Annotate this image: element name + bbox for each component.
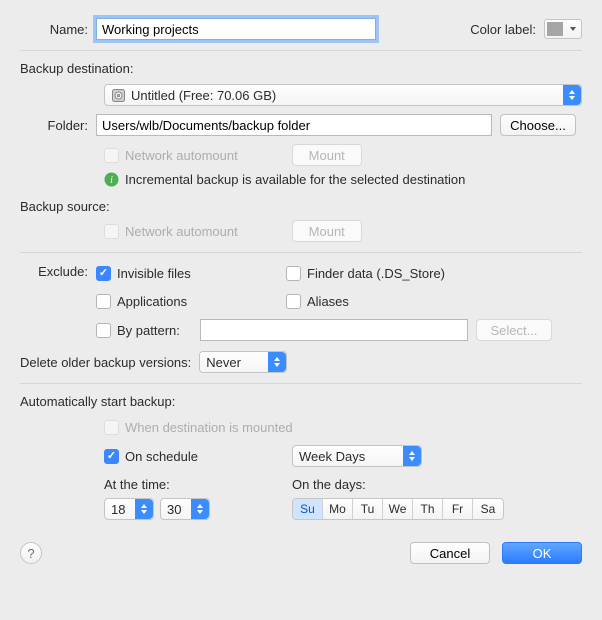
at-time-label: At the time: [104, 477, 292, 492]
day-su[interactable]: Su [293, 499, 323, 519]
choose-folder-button[interactable]: Choose... [500, 114, 576, 136]
exclude-invisible-label: Invisible files [117, 266, 191, 281]
backup-destination-heading: Backup destination: [20, 61, 582, 76]
src-mount-button: Mount [292, 220, 362, 242]
cancel-button[interactable]: Cancel [410, 542, 490, 564]
dest-info-text: Incremental backup is available for the … [125, 172, 465, 187]
popup-arrows-icon [135, 499, 153, 519]
exclude-aliases-label: Aliases [307, 294, 349, 309]
dest-automount-label: Network automount [125, 148, 238, 163]
hour-value: 18 [111, 502, 125, 517]
popup-arrows-icon [403, 446, 421, 466]
info-icon: i [104, 172, 119, 187]
chevron-down-icon [570, 27, 576, 31]
auto-when-mounted-checkbox [104, 420, 119, 435]
exclude-aliases-checkbox[interactable] [286, 294, 301, 309]
color-swatch-icon [547, 22, 563, 36]
day-tu[interactable]: Tu [353, 499, 383, 519]
auto-when-mounted-label: When destination is mounted [125, 420, 293, 435]
destination-drive-text: Untitled (Free: 70.06 GB) [131, 88, 276, 103]
auto-schedule-checkbox[interactable] [104, 449, 119, 464]
day-sa[interactable]: Sa [473, 499, 503, 519]
disk-icon [111, 88, 126, 103]
popup-arrows-icon [563, 85, 581, 105]
popup-arrows-icon [268, 352, 286, 372]
exclude-pattern-label: By pattern: [117, 323, 180, 338]
exclude-apps-label: Applications [117, 294, 187, 309]
exclude-finder-checkbox[interactable] [286, 266, 301, 281]
hour-popup[interactable]: 18 [104, 498, 154, 520]
src-automount-label: Network automount [125, 224, 238, 239]
schedule-type-popup[interactable]: Week Days [292, 445, 422, 467]
exclude-invisible-checkbox[interactable] [96, 266, 111, 281]
svg-text:i: i [110, 175, 113, 186]
minute-value: 30 [167, 502, 181, 517]
name-label: Name: [20, 22, 96, 37]
schedule-type-value: Week Days [299, 449, 365, 464]
day-mo[interactable]: Mo [323, 499, 353, 519]
name-input[interactable] [96, 18, 376, 40]
exclude-finder-label: Finder data (.DS_Store) [307, 266, 445, 281]
popup-arrows-icon [191, 499, 209, 519]
auto-start-heading: Automatically start backup: [20, 394, 582, 409]
ok-button[interactable]: OK [502, 542, 582, 564]
destination-drive-popup[interactable]: Untitled (Free: 70.06 GB) [104, 84, 582, 106]
dest-mount-button: Mount [292, 144, 362, 166]
backup-source-heading: Backup source: [20, 199, 582, 214]
folder-input[interactable] [96, 114, 492, 136]
exclude-select-button: Select... [476, 319, 552, 341]
day-we[interactable]: We [383, 499, 413, 519]
folder-label: Folder: [20, 118, 96, 133]
exclude-label: Exclude: [20, 263, 96, 279]
exclude-pattern-checkbox[interactable] [96, 323, 111, 338]
delete-older-value: Never [206, 355, 241, 370]
help-button[interactable]: ? [20, 542, 42, 564]
day-selector[interactable]: SuMoTuWeThFrSa [292, 498, 504, 520]
exclude-apps-checkbox[interactable] [96, 294, 111, 309]
exclude-pattern-input[interactable] [200, 319, 468, 341]
delete-older-popup[interactable]: Never [199, 351, 287, 373]
on-days-label: On the days: [292, 477, 366, 492]
color-label-picker[interactable] [544, 19, 582, 39]
delete-older-label: Delete older backup versions: [20, 355, 191, 370]
day-th[interactable]: Th [413, 499, 443, 519]
auto-schedule-label: On schedule [125, 449, 198, 464]
day-fr[interactable]: Fr [443, 499, 473, 519]
dest-automount-checkbox [104, 148, 119, 163]
src-automount-checkbox [104, 224, 119, 239]
minute-popup[interactable]: 30 [160, 498, 210, 520]
color-label: Color label: [470, 22, 536, 37]
